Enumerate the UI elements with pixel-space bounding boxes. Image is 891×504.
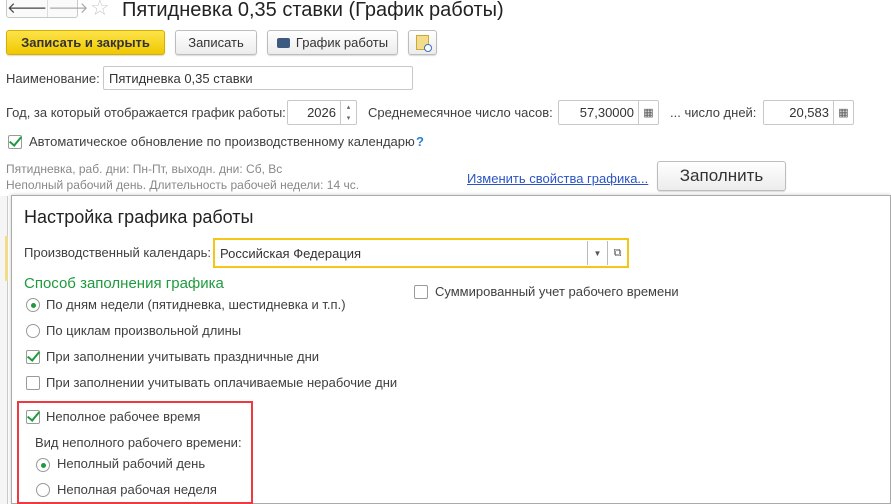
dropdown-arrow-icon[interactable]: ▼ bbox=[587, 241, 607, 265]
holidays-checkbox[interactable] bbox=[26, 350, 40, 364]
year-label: Год, за который отображается график рабо… bbox=[6, 105, 286, 120]
schedule-button-label: График работы bbox=[295, 35, 389, 50]
dialog-title: Настройка графика работы bbox=[24, 207, 254, 227]
radio-cycles-label: По циклам произвольной длины bbox=[46, 323, 242, 338]
radio-weekdays-label: По дням недели (пятидневка, шестидневка … bbox=[46, 297, 346, 312]
calculator-icon[interactable]: ▦ bbox=[833, 101, 853, 124]
chevron-down-icon[interactable]: ▾ bbox=[347, 114, 351, 122]
schedule-settings-dialog: Настройка графика работы Производственны… bbox=[11, 195, 891, 504]
name-label: Наименование: bbox=[6, 71, 100, 86]
part-time-kind-label: Вид неполного рабочего времени: bbox=[35, 435, 242, 450]
avg-days-input[interactable]: 20,583 ▦ bbox=[763, 100, 854, 125]
radio-weekdays[interactable] bbox=[26, 298, 40, 312]
calculator-icon[interactable]: ▦ bbox=[638, 101, 658, 124]
schedule-button[interactable]: График работы bbox=[267, 30, 398, 55]
year-value: 2026 bbox=[307, 105, 336, 120]
window-title: Пятидневка 0,35 ставки (График работы) bbox=[122, 0, 504, 21]
save-button[interactable]: Записать bbox=[175, 30, 257, 55]
auto-update-checkbox[interactable] bbox=[8, 135, 22, 149]
fill-button[interactable]: Заполнить bbox=[657, 161, 786, 191]
arrow-left-icon: 🡐 bbox=[7, 0, 48, 17]
radio-part-day-label: Неполный рабочий день bbox=[57, 456, 206, 471]
radio-part-week[interactable] bbox=[36, 483, 50, 497]
background-form-edge bbox=[0, 196, 8, 504]
calendar-value: Российская Федерация bbox=[220, 245, 362, 261]
nav-buttons: 🡐 🡒 bbox=[6, 0, 88, 18]
name-input[interactable]: Пятидневка 0,35 ставки bbox=[103, 66, 413, 90]
info-line-2: Неполный рабочий день. Длительность рабо… bbox=[6, 178, 360, 192]
change-properties-link[interactable]: Изменить свойства графика... bbox=[467, 171, 648, 186]
holidays-label: При заполнении учитывать праздничные дни bbox=[46, 349, 320, 364]
star-icon[interactable]: ☆ bbox=[90, 0, 110, 21]
calendar-clock-icon bbox=[416, 35, 432, 52]
avg-days-label: ... число дней: bbox=[670, 105, 757, 120]
calendar-select[interactable]: Российская Федерация ▼ ⧉ bbox=[213, 238, 629, 268]
summarized-checkbox[interactable] bbox=[414, 285, 428, 299]
spin-buttons[interactable]: ▴ ▾ bbox=[340, 101, 356, 124]
help-link[interactable]: ? bbox=[416, 134, 424, 149]
section-title: Способ заполнения графика bbox=[24, 275, 224, 292]
calendar-label: Производственный календарь: bbox=[24, 245, 211, 260]
year-spinner[interactable]: 2026 ▴ ▾ bbox=[287, 100, 357, 125]
part-time-checkbox[interactable] bbox=[26, 410, 40, 424]
info-line-1: Пятидневка, раб. дни: Пн-Пт, выходн. дни… bbox=[6, 162, 283, 176]
save-close-button[interactable]: Записать и закрыть bbox=[6, 30, 165, 55]
name-value: Пятидневка 0,35 ставки bbox=[109, 70, 253, 86]
avg-hours-input[interactable]: 57,30000 ▦ bbox=[558, 100, 659, 125]
paid-nonworking-label: При заполнении учитывать оплачиваемые не… bbox=[46, 375, 398, 390]
arrow-right-icon: 🡒 bbox=[48, 0, 89, 17]
calendar-clock-button[interactable] bbox=[408, 30, 437, 55]
summarized-label: Суммированный учет рабочего времени bbox=[435, 284, 679, 299]
paid-nonworking-checkbox[interactable] bbox=[26, 376, 40, 390]
radio-part-day[interactable] bbox=[36, 458, 50, 472]
avg-hours-value: 57,30000 bbox=[579, 105, 634, 120]
chevron-up-icon[interactable]: ▴ bbox=[347, 103, 351, 111]
avg-days-value: 20,583 bbox=[789, 105, 829, 120]
forward-button[interactable]: 🡒 bbox=[48, 0, 88, 17]
avg-hours-label: Среднемесячное число часов: bbox=[368, 105, 553, 120]
back-button[interactable]: 🡐 bbox=[7, 0, 49, 17]
radio-part-week-label: Неполная рабочая неделя bbox=[57, 482, 217, 497]
part-time-label: Неполное рабочее время bbox=[46, 409, 201, 424]
printer-icon bbox=[276, 37, 290, 48]
radio-cycles[interactable] bbox=[26, 324, 40, 338]
open-icon[interactable]: ⧉ bbox=[607, 241, 627, 265]
auto-update-label: Автоматическое обновление по производств… bbox=[29, 134, 415, 149]
